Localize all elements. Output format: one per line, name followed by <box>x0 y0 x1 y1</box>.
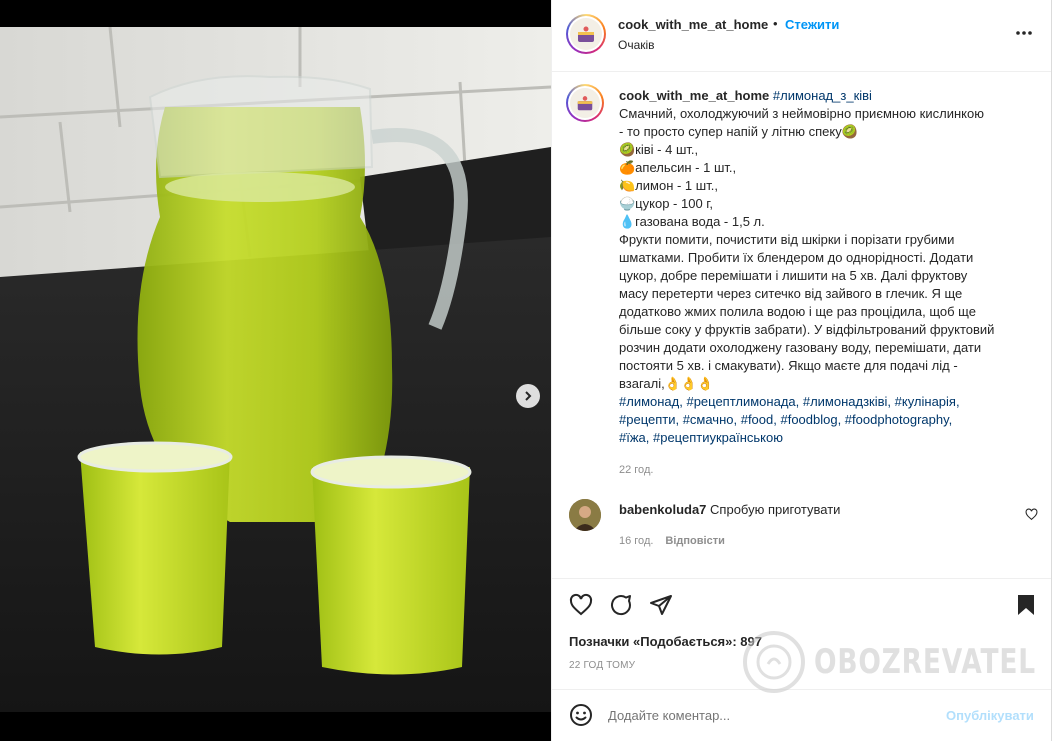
comment-like-heart-icon[interactable] <box>1025 508 1038 521</box>
caption-line: більше соку у фруктів забрати). У відфіл… <box>619 322 995 337</box>
caption-line: Смачний, охолоджуючий з неймовірно приєм… <box>619 106 984 121</box>
publish-button[interactable]: Опублікувати <box>946 708 1034 723</box>
caption-line: цукор, добре перемішати і лишити на 5 хв… <box>619 268 968 283</box>
caption-line: розчин додати охолоджену газовану воду, … <box>619 340 982 355</box>
commenter-avatar[interactable] <box>569 499 601 531</box>
comment-username[interactable]: babenkoluda7 <box>619 502 706 517</box>
post-caption: cook_with_me_at_home #лимонад_з_ківі Сма… <box>619 87 1029 479</box>
comment-body: babenkoluda7 Спробую приготувати <box>619 502 999 517</box>
header-username[interactable]: cook_with_me_at_home <box>618 17 768 32</box>
comment-input[interactable] <box>608 704 928 726</box>
caption-line: 🍋лимон - 1 шт., <box>619 178 718 193</box>
follow-button[interactable]: Стежити <box>785 17 839 32</box>
watermark-text: OBOZREVATEL <box>814 642 1036 682</box>
caption-line: 🥝ківі - 4 шт., <box>619 142 699 157</box>
caption-line: додатково жмих полила водою і ще раз про… <box>619 304 976 319</box>
caption-time[interactable]: 22 год. <box>619 461 1029 479</box>
user-photo-icon <box>569 499 601 531</box>
caption-avatar[interactable] <box>566 84 604 122</box>
header-separator: • <box>773 16 778 31</box>
author-avatar[interactable] <box>566 14 606 54</box>
caption-username[interactable]: cook_with_me_at_home <box>619 88 769 103</box>
comment-text: Спробую приготувати <box>710 502 841 517</box>
heart-icon[interactable] <box>569 593 593 617</box>
watermark: OBOZREVATEL <box>742 630 1052 694</box>
chevron-right-icon <box>525 391 532 401</box>
cake-icon <box>577 96 593 111</box>
comment-icon[interactable] <box>609 593 633 617</box>
bookmark-icon[interactable] <box>1015 593 1037 617</box>
next-slide-button[interactable] <box>516 384 540 408</box>
emoji-icon[interactable] <box>569 703 593 727</box>
caption-line: - то просто супер напій у літню спеку🥝 <box>619 124 858 139</box>
hashtag-line[interactable]: #їжа, #рецептиукраїнською <box>619 429 1029 447</box>
obozrevatel-logo-icon <box>743 631 805 693</box>
post-photo[interactable] <box>0 27 551 712</box>
comment-time[interactable]: 16 год. <box>619 535 653 547</box>
likes-count[interactable]: Позначки «Подобається»: 897 <box>569 634 762 649</box>
actions-divider <box>552 578 1051 579</box>
hashtag-line[interactable]: #рецепти, #смачно, #food, #foodblog, #fo… <box>619 411 1029 429</box>
posted-time[interactable]: 22 ГОД ТОМУ <box>569 660 635 671</box>
caption-line: взагалі,👌👌👌 <box>619 376 714 391</box>
lemonade-photo <box>0 27 551 712</box>
location-label[interactable]: Очаків <box>618 38 655 52</box>
caption-line: 🍚цукор - 100 г, <box>619 196 714 211</box>
caption-line: постояти 5 хв. і смакувати). Якщо маєте … <box>619 358 958 373</box>
hashtag-line[interactable]: #лимонад, #рецептлимонада, #лимонадзківі… <box>619 393 1029 411</box>
more-horizontal-icon[interactable] <box>1015 30 1033 36</box>
caption-line: Фрукти помити, почистити від шкірки і по… <box>619 232 955 247</box>
caption-title-tag[interactable]: #лимонад_з_ківі <box>773 88 872 103</box>
reply-button[interactable]: Відповісти <box>665 535 724 547</box>
post-header: cook_with_me_at_home • Стежити Очаків <box>552 0 1051 72</box>
share-icon[interactable] <box>649 593 673 617</box>
caption-line: 🍊апельсин - 1 шт., <box>619 160 737 175</box>
cake-icon <box>578 26 594 42</box>
caption-line: 💧газована вода - 1,5 л. <box>619 214 765 229</box>
caption-line: масу перетерти через ситечко від зайвого… <box>619 286 963 301</box>
comment-meta: 16 год. Відповісти <box>619 535 725 547</box>
caption-line: шматками. Пробити їх блендером до однорі… <box>619 250 974 265</box>
